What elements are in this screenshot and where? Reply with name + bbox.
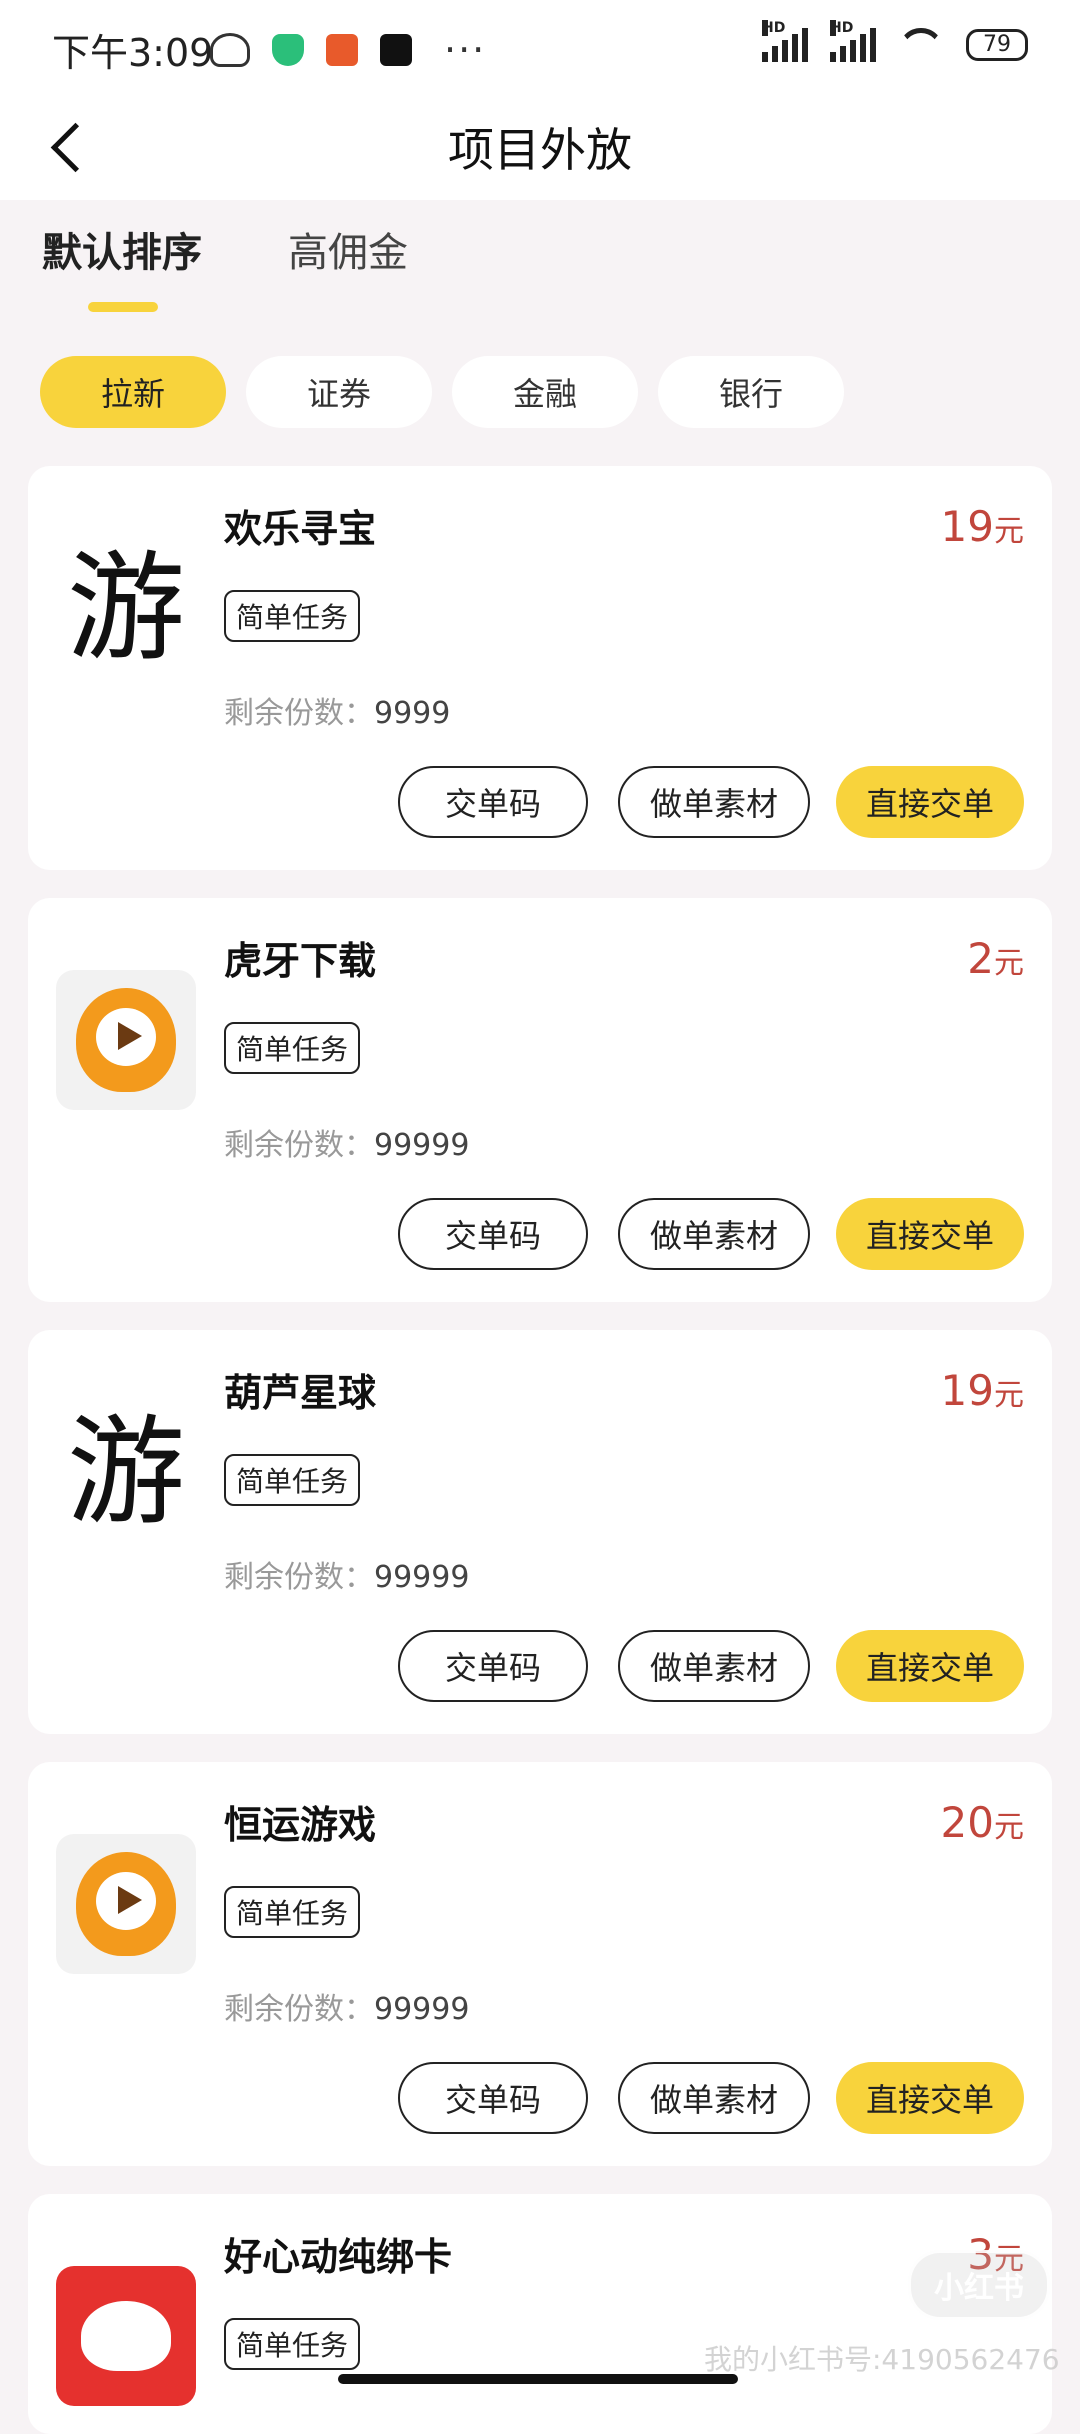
hd-label: HD [762,20,786,36]
project-card[interactable]: 恒运游戏 20元 简单任务 剩余份数：99999 交单码 做单素材 直接交单 [28,1762,1052,2166]
battery-icon: 79 [966,29,1028,61]
remaining-count: 剩余份数：99999 [224,1552,469,1596]
submit-code-button[interactable]: 交单码 [398,766,588,838]
price-unit: 元 [994,946,1024,981]
project-price: 19元 [941,1366,1024,1415]
signal-icon: HD [762,20,808,62]
materials-button[interactable]: 做单素材 [618,766,810,838]
remaining-label: 剩余份数： [224,1560,374,1595]
project-card[interactable]: 游 葫芦星球 19元 简单任务 剩余份数：99999 交单码 做单素材 直接交单 [28,1330,1052,1734]
submit-code-button[interactable]: 交单码 [398,1198,588,1270]
tab-high-commission[interactable]: 高佣金 [288,220,408,278]
submit-code-button[interactable]: 交单码 [398,1630,588,1702]
more-notifications-icon: ··· [444,28,487,72]
status-left-icons: ··· [210,28,486,72]
price-value: 19 [940,502,994,551]
task-tag: 简单任务 [224,590,361,642]
task-tag: 简单任务 [224,1022,361,1074]
project-card[interactable]: 好心动纯绑卡 3元 简单任务 [28,2194,1052,2434]
project-name: 欢乐寻宝 [224,507,377,551]
status-bar: 下午3:09 ··· HD HD 79 [0,0,1080,92]
project-name: 虎牙下载 [224,939,377,983]
hd-label: HD [830,20,854,36]
project-price: 2元 [967,934,1024,983]
chip-bank[interactable]: 银行 [658,356,844,428]
direct-submit-button[interactable]: 直接交单 [836,1198,1024,1270]
you-glyph-icon: 游 [56,538,196,678]
page-title: 项目外放 [448,123,632,177]
remaining-count: 剩余份数：99999 [224,1984,469,2028]
watermark-badge: 小红书 [908,2250,1050,2320]
remaining-value: 99999 [374,1560,470,1595]
price-unit: 元 [994,1378,1024,1413]
direct-submit-button[interactable]: 直接交单 [836,766,1024,838]
submit-code-button[interactable]: 交单码 [398,2062,588,2134]
project-name: 恒运游戏 [224,1803,377,1847]
jd-dog-graphic [81,2301,171,2371]
project-price: 19元 [941,502,1024,551]
project-name: 好心动纯绑卡 [224,2235,453,2279]
huya-face-graphic [76,1852,176,1956]
remaining-value: 99999 [374,1992,470,2027]
remaining-label: 剩余份数： [224,1128,374,1163]
tab-default-sort[interactable]: 默认排序 [42,220,202,278]
direct-submit-button[interactable]: 直接交单 [836,2062,1024,2134]
app-header: 项目外放 [0,92,1080,200]
remaining-value: 9999 [374,696,451,731]
tiktok-app-icon [380,34,412,66]
huya-logo-icon [56,1834,196,1974]
signal-icon: HD [830,20,876,62]
price-value: 20 [940,1798,994,1847]
shield-icon [272,34,304,66]
home-indicator[interactable] [338,2374,738,2384]
status-time: 下午3:09 [52,31,214,75]
taobao-app-icon [326,34,358,66]
sort-tabs: 默认排序 高佣金 [0,200,1080,330]
task-tag: 简单任务 [224,2318,361,2370]
materials-button[interactable]: 做单素材 [618,1630,810,1702]
you-glyph-icon: 游 [56,1402,196,1542]
materials-button[interactable]: 做单素材 [618,1198,810,1270]
price-value: 2 [967,934,994,983]
chip-laxin[interactable]: 拉新 [40,356,226,428]
remaining-count: 剩余份数：99999 [224,1120,469,1164]
huya-face-graphic [76,988,176,1092]
huya-logo-icon [56,970,196,1110]
remaining-value: 99999 [374,1128,470,1163]
status-right-icons: HD HD 79 [762,20,1028,62]
price-unit: 元 [994,514,1024,549]
mute-icon [210,33,250,67]
jd-logo-icon [56,2266,196,2406]
materials-button[interactable]: 做单素材 [618,2062,810,2134]
chip-securities[interactable]: 证券 [246,356,432,428]
watermark-text: 我的小红书号:4190562476 [704,2343,1060,2376]
remaining-count: 剩余份数：9999 [224,688,450,732]
project-name: 葫芦星球 [224,1371,377,1415]
project-card[interactable]: 虎牙下载 2元 简单任务 剩余份数：99999 交单码 做单素材 直接交单 [28,898,1052,1302]
wifi-icon [898,28,944,62]
filter-chips: 拉新 证券 金融 银行 [40,356,844,428]
task-tag: 简单任务 [224,1886,361,1938]
remaining-label: 剩余份数： [224,696,374,731]
chip-finance[interactable]: 金融 [452,356,638,428]
direct-submit-button[interactable]: 直接交单 [836,1630,1024,1702]
price-unit: 元 [994,1810,1024,1845]
price-value: 19 [940,1366,994,1415]
project-card[interactable]: 游 欢乐寻宝 19元 简单任务 剩余份数：9999 交单码 做单素材 直接交单 [28,466,1052,870]
task-tag: 简单任务 [224,1454,361,1506]
tab-active-indicator [88,302,158,312]
remaining-label: 剩余份数： [224,1992,374,2027]
project-price: 20元 [941,1798,1024,1847]
